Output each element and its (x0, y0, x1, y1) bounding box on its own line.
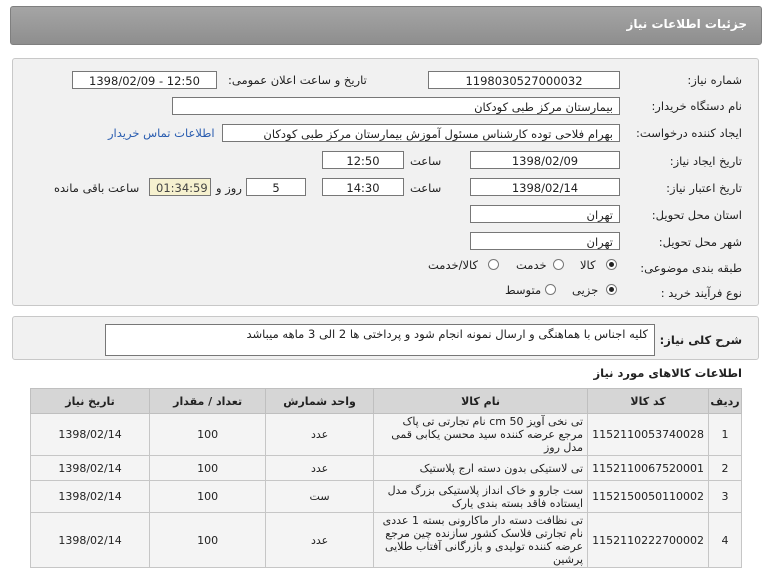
cell-name: تی نخی آویز 50 cm نام تجارتی تی پاک مرجع… (372, 413, 589, 456)
remaining-label: ساعت باقی مانده (54, 181, 140, 195)
buyer-field: بیمارستان مرکز طبی کودکان (172, 97, 620, 115)
buyer-contact-link[interactable]: اطلاعات تماس خریدار (108, 126, 215, 140)
col-unit: واحد شمارش (265, 388, 374, 414)
cell-code: 1152150050110002 (587, 480, 710, 513)
cell-row: 1 (708, 413, 742, 456)
category-service-radio[interactable] (553, 259, 564, 270)
process-label: نوع فرآیند خرید : (660, 286, 742, 300)
goods-section-title: اطلاعات کالاهای مورد نیاز (593, 366, 742, 380)
category-both-radio[interactable] (488, 259, 499, 270)
need-number-field: 1198030527000032 (428, 71, 620, 89)
process-medium-radio[interactable] (545, 284, 556, 295)
process-partial-radio[interactable] (606, 284, 617, 295)
table-row[interactable]: 3 1152150050110002 ست جارو و خاک انداز پ… (29, 480, 742, 513)
cell-row: 3 (708, 480, 742, 513)
creator-field: بهرام فلاحی توده کارشناس مسئول آموزش بیم… (222, 124, 620, 142)
buyer-label: نام دستگاه خریدار: (651, 99, 742, 113)
cell-qty: 100 (149, 413, 267, 456)
cell-date: 1398/02/14 (29, 512, 151, 568)
cell-unit: عدد (265, 512, 374, 568)
created-date-label: تاریخ ایجاد نیاز: (669, 154, 742, 168)
province-field: تهران (470, 205, 620, 223)
city-field: تهران (470, 232, 620, 250)
cell-name: ست جارو و خاک انداز پلاستیکی بزرگ مدل ای… (372, 480, 589, 513)
category-goods-label: کالا (580, 258, 596, 272)
col-name: نام کالا (372, 388, 589, 414)
days-label: روز و (216, 181, 242, 195)
cell-code: 1152110067520001 (587, 455, 710, 481)
valid-date-label: تاریخ اعتبار نیاز: (666, 181, 742, 195)
announce-datetime-field: 1398/02/09 - 12:50 (72, 71, 217, 89)
cell-code: 1152110222700002 (587, 512, 710, 568)
cell-qty: 100 (149, 512, 267, 568)
table-row[interactable]: 1 1152110053740028 تی نخی آویز 50 cm نام… (29, 413, 742, 456)
summary-text: کلیه اجناس با هماهنگی و ارسال نمونه انجا… (105, 324, 655, 356)
col-qty: تعداد / مقدار (149, 388, 267, 414)
process-partial-label: جزیی (572, 283, 599, 297)
created-hour-label: ساعت (410, 154, 442, 168)
cell-date: 1398/02/14 (29, 413, 151, 456)
page-title: جزئیات اطلاعات نیاز (626, 17, 747, 31)
cell-row: 4 (708, 512, 742, 568)
need-number-label: شماره نیاز: (687, 73, 742, 87)
category-goods-radio[interactable] (606, 259, 617, 270)
cell-name: تی لاستیکی بدون دسته ارج پلاستیک (372, 455, 589, 481)
announce-label: تاریخ و ساعت اعلان عمومی: (228, 73, 367, 87)
col-date: تاریخ نیاز (29, 388, 151, 414)
cell-name: تی نظافت دسته دار ماکارونی بسته 1 عددی ن… (372, 512, 589, 568)
created-time-field: 12:50 (322, 151, 404, 169)
col-row: ردیف (708, 388, 742, 414)
cell-qty: 100 (149, 480, 267, 513)
valid-date-field: 1398/02/14 (470, 178, 620, 196)
remaining-time-field: 01:34:59 (149, 178, 211, 196)
goods-table-header: ردیف کد کالا نام کالا واحد شمارش تعداد /… (29, 388, 742, 414)
page-header: جزئیات اطلاعات نیاز (10, 6, 762, 45)
valid-time-field: 14:30 (322, 178, 404, 196)
created-date-field: 1398/02/09 (470, 151, 620, 169)
cell-unit: عدد (265, 455, 374, 481)
category-both-label: کالا/خدمت (428, 258, 479, 272)
goods-table: ردیف کد کالا نام کالا واحد شمارش تعداد /… (29, 388, 742, 568)
col-code: کد کالا (587, 388, 710, 414)
cell-unit: ست (265, 480, 374, 513)
creator-label: ایجاد کننده درخواست: (636, 126, 742, 140)
category-service-label: خدمت (516, 258, 547, 272)
process-medium-label: متوسط (505, 283, 542, 297)
cell-date: 1398/02/14 (29, 455, 151, 481)
table-row[interactable]: 2 1152110067520001 تی لاستیکی بدون دسته … (29, 455, 742, 481)
cell-unit: عدد (265, 413, 374, 456)
category-label: طبقه بندی موضوعی: (640, 261, 742, 275)
valid-hour-label: ساعت (410, 181, 442, 195)
summary-label: شرح کلی نیاز: (659, 333, 742, 347)
city-label: شهر محل تحویل: (658, 235, 742, 249)
cell-row: 2 (708, 455, 742, 481)
days-field: 5 (246, 178, 306, 196)
cell-code: 1152110053740028 (587, 413, 710, 456)
cell-date: 1398/02/14 (29, 480, 151, 513)
cell-qty: 100 (149, 455, 267, 481)
province-label: استان محل تحویل: (651, 208, 742, 222)
table-row[interactable]: 4 1152110222700002 تی نظافت دسته دار ماک… (29, 512, 742, 568)
